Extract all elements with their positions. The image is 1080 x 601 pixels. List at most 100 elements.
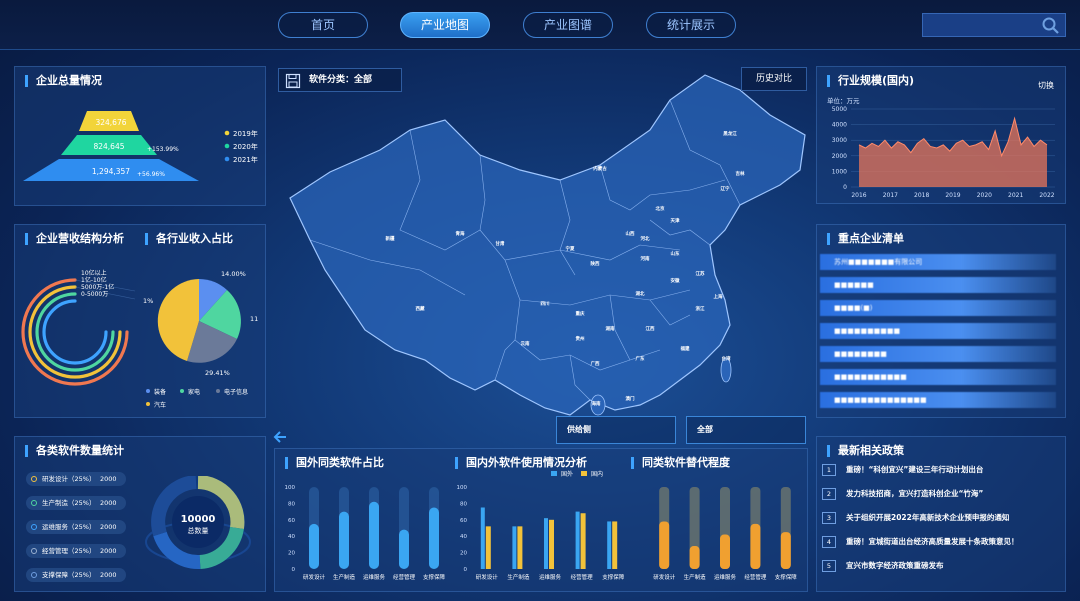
pyramid-value-2: 824,645 bbox=[93, 142, 124, 151]
province-label: 贵州 bbox=[576, 335, 585, 342]
bar-foreign bbox=[512, 526, 517, 569]
legend-dot bbox=[180, 389, 184, 393]
province-label: 上海 bbox=[714, 293, 723, 300]
pie-label: 29.41% bbox=[205, 369, 230, 377]
bar-foreign bbox=[544, 518, 548, 569]
donut-total: 10000 bbox=[181, 514, 216, 525]
y-tick-label: 80 bbox=[460, 501, 467, 507]
switch-button[interactable]: 切换 bbox=[1038, 80, 1054, 91]
nav-industry-graph[interactable]: 产业图谱 bbox=[523, 12, 613, 38]
panel-title: 重点企业清单 bbox=[827, 233, 904, 245]
province-label: 辽宁 bbox=[721, 185, 730, 192]
search-icon[interactable] bbox=[1041, 16, 1061, 36]
company-item[interactable]: ■■■■■■■■■■■ bbox=[820, 369, 1056, 385]
pie-label: 14.00% bbox=[221, 270, 246, 278]
software-filter[interactable]: 软件分类：全部 bbox=[278, 68, 402, 92]
province-label: 福建 bbox=[680, 345, 690, 352]
legend-dot bbox=[224, 156, 230, 162]
pyramid-value-1: 324,676 bbox=[95, 118, 126, 127]
software-item: 支撑保障（25%） 2000 bbox=[26, 568, 126, 582]
legend-dot bbox=[146, 389, 150, 393]
bar bbox=[720, 534, 730, 569]
pyramid-growth-2: +153.99% bbox=[147, 146, 179, 153]
province-label: 江西 bbox=[646, 325, 655, 332]
y-tick-label: 5000 bbox=[832, 106, 847, 113]
legend-dot bbox=[146, 402, 150, 406]
nav-home[interactable]: 首页 bbox=[278, 12, 368, 38]
x-tick-label: 运维服务 bbox=[539, 573, 562, 581]
y-tick-label: 100 bbox=[457, 485, 468, 491]
bar bbox=[689, 546, 700, 569]
revenue-legend: 10亿以上 bbox=[81, 269, 107, 277]
top-bar: 首页 产业地图 产业图谱 统计展示 bbox=[0, 0, 1080, 50]
pie-label: 1% bbox=[143, 297, 153, 305]
software-donut: 10000 总数量 bbox=[145, 476, 251, 570]
supply-side-select[interactable]: 供给侧 bbox=[556, 416, 676, 444]
province-label: 河南 bbox=[640, 255, 650, 262]
series-area bbox=[859, 118, 1047, 187]
pie-legend: 电子信息 bbox=[224, 388, 248, 396]
company-item[interactable]: ■■■■■■■■■■ bbox=[820, 323, 1056, 339]
legend-label: 2019年 bbox=[233, 129, 258, 138]
y-tick-label: 3000 bbox=[832, 137, 847, 144]
y-tick-label: 2000 bbox=[832, 153, 847, 160]
legend-dot bbox=[224, 130, 230, 136]
nav-industry-map[interactable]: 产业地图 bbox=[400, 12, 490, 38]
left-arrow-icon[interactable] bbox=[272, 430, 288, 444]
province-label: 广东 bbox=[636, 355, 645, 362]
y-tick-label: 0 bbox=[292, 567, 296, 573]
bar-domestic bbox=[580, 513, 586, 569]
panel-title: 企业总量情况 bbox=[25, 75, 102, 87]
pie-legend: 汽车 bbox=[154, 401, 166, 409]
y-tick-label: 40 bbox=[460, 534, 467, 540]
province-label: 青海 bbox=[456, 230, 465, 237]
company-item[interactable]: 苏州■■■■■■■有限公司 bbox=[820, 254, 1056, 270]
bar-domestic bbox=[485, 526, 491, 569]
company-item[interactable]: ■■■■■■■■■■■■■■ bbox=[820, 392, 1056, 408]
nav-statistics[interactable]: 统计展示 bbox=[646, 12, 736, 38]
x-tick-label: 2018 bbox=[914, 192, 929, 199]
category-select[interactable]: 全部 bbox=[686, 416, 806, 444]
y-tick-label: 60 bbox=[460, 518, 467, 524]
legend-swatch bbox=[581, 471, 587, 476]
china-map[interactable]: 新疆 西藏 青海 甘肃 内蒙古 黑龙江 吉林 辽宁 北京 天津 河北 山西 陕西 宁夏 河南 山东 江苏 安徽 湖北… bbox=[270, 60, 810, 445]
province-label: 黑龙江 bbox=[723, 130, 737, 137]
software-item: 研发设计（25%） 2000 bbox=[26, 472, 126, 486]
policy-item[interactable]: 4 重磅！宜城街道出台经济高质量发展十条政策意见！ bbox=[822, 534, 1062, 550]
panel-title: 最新相关政策 bbox=[827, 445, 904, 457]
company-item[interactable]: ■■■■■■ bbox=[820, 277, 1056, 293]
panel-title: 国内外软件使用情况分析 bbox=[455, 457, 587, 469]
policy-item[interactable]: 2 发力科技招商，宜兴打造科创企业“竹海” bbox=[822, 486, 1062, 502]
policy-item[interactable]: 5 宜兴市数字经济政策重磅发布 bbox=[822, 558, 1062, 574]
policy-item[interactable]: 3 关于组织开展2022年高新技术企业预申报的通知 bbox=[822, 510, 1062, 526]
company-item[interactable]: ■■■■■■■■ bbox=[820, 346, 1056, 362]
bar-foreign bbox=[607, 521, 612, 569]
legend-dot bbox=[224, 143, 230, 149]
x-tick-label: 2022 bbox=[1039, 192, 1054, 199]
legend-swatch bbox=[551, 471, 557, 476]
x-tick-label: 运维服务 bbox=[363, 573, 386, 581]
pyramid-growth-3: +56.96% bbox=[137, 171, 165, 178]
x-tick-label: 生产制造 bbox=[333, 573, 356, 581]
y-tick-label: 80 bbox=[288, 501, 295, 507]
province-label: 新疆 bbox=[386, 235, 395, 242]
province-label: 湖北 bbox=[636, 290, 645, 297]
bar bbox=[780, 532, 791, 569]
donut-total-label: 总数量 bbox=[188, 526, 209, 535]
province-label: 江苏 bbox=[696, 270, 705, 277]
y-tick-label: 60 bbox=[288, 518, 295, 524]
panel-title: 行业规模(国内) bbox=[827, 75, 914, 87]
y-tick-label: 100 bbox=[285, 485, 296, 491]
industry-scale-panel: 行业规模(国内) 单位：万元 0 1000 2000 3000 4000 5000 2016… bbox=[816, 66, 1066, 204]
province-label: 内蒙古 bbox=[593, 165, 607, 172]
company-item[interactable]: ■■■■(■) bbox=[820, 300, 1056, 316]
pie-legend: 家电 bbox=[188, 388, 200, 396]
pie-legend: 装备 bbox=[154, 388, 166, 396]
panel-title: 企业营收结构分析 bbox=[25, 233, 124, 245]
policy-item[interactable]: 1 重磅！“科创宜兴”建设三年行动计划出台 bbox=[822, 462, 1062, 478]
x-tick-label: 经营管理 bbox=[744, 573, 767, 581]
province-label: 甘肃 bbox=[496, 240, 505, 247]
legend-label: 2020年 bbox=[233, 142, 258, 151]
history-compare-button[interactable]: 历史对比 bbox=[741, 67, 807, 91]
search-input[interactable] bbox=[922, 13, 1066, 37]
